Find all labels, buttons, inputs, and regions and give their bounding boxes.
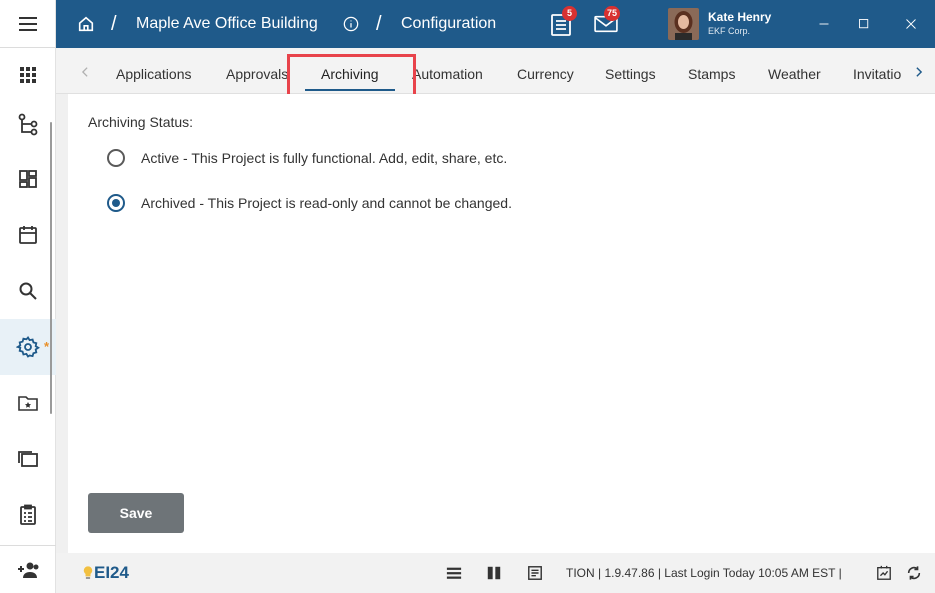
breadcrumb-separator: /: [111, 13, 117, 35]
sync-icon[interactable]: [905, 564, 923, 582]
folders-icon[interactable]: [0, 431, 56, 487]
document-view-icon[interactable]: [526, 564, 544, 582]
tab-automation[interactable]: Automation: [412, 48, 483, 93]
avatar[interactable]: [668, 8, 699, 40]
columns-view-icon[interactable]: [485, 564, 503, 582]
top-header-bar: / Maple Ave Office Building / Configurat…: [56, 0, 935, 48]
ei24-logo: EI24: [83, 563, 129, 583]
archiving-status-label: Archiving Status:: [88, 114, 194, 130]
tab-stamps[interactable]: Stamps: [688, 48, 735, 93]
breadcrumb-page: Configuration: [401, 15, 497, 32]
close-icon[interactable]: [903, 16, 919, 32]
dashboard-icon[interactable]: [0, 151, 56, 207]
option-archived-label[interactable]: Archived - This Project is read-only and…: [141, 195, 512, 211]
maximize-icon[interactable]: [856, 16, 872, 32]
option-active-label[interactable]: Active - This Project is fully functiona…: [141, 150, 507, 166]
starred-folder-icon[interactable]: [0, 375, 56, 431]
search-icon[interactable]: [0, 263, 56, 319]
tab-weather[interactable]: Weather: [768, 48, 821, 93]
modified-star-icon: *: [44, 339, 50, 354]
left-nav-rail: *: [0, 0, 56, 593]
apps-grid-icon[interactable]: [0, 47, 56, 103]
logo-text: EI24: [94, 563, 129, 582]
list-view-icon[interactable]: [445, 564, 463, 582]
tab-approvals[interactable]: Approvals: [226, 48, 288, 93]
tabs-scroll-left-icon[interactable]: [78, 64, 92, 80]
minimize-icon[interactable]: [816, 16, 832, 32]
breadcrumb-separator-2: /: [376, 13, 382, 35]
add-user-icon[interactable]: [0, 542, 56, 593]
home-icon[interactable]: [76, 14, 96, 34]
config-tab-bar: Applications Approvals Archiving Automat…: [56, 48, 935, 94]
calendar-icon[interactable]: [0, 207, 56, 263]
tabs-scroll-right-icon[interactable]: [912, 64, 926, 80]
tab-applications[interactable]: Applications: [116, 48, 192, 93]
tasks-badge: 5: [562, 6, 577, 21]
user-org: EKF Corp.: [708, 26, 751, 36]
app-window: * / Maple Ave Office Building / Configur…: [0, 0, 935, 593]
user-name[interactable]: Kate Henry: [708, 10, 771, 24]
radio-active[interactable]: [107, 149, 125, 167]
report-icon[interactable]: [875, 564, 893, 582]
tab-settings[interactable]: Settings: [605, 48, 656, 93]
mail-badge: 75: [604, 6, 621, 21]
info-icon[interactable]: [342, 15, 360, 33]
tab-invitations[interactable]: Invitatio: [853, 48, 905, 93]
tree-icon[interactable]: [0, 96, 56, 152]
breadcrumb-project[interactable]: Maple Ave Office Building: [136, 0, 318, 48]
tab-currency[interactable]: Currency: [517, 48, 574, 93]
status-bar: EI24 TION | 1.9.47.86 | Last Login Today…: [56, 553, 935, 593]
archiving-panel: Archiving Status: Active - This Project …: [68, 94, 935, 553]
clipboard-icon[interactable]: [0, 487, 56, 543]
status-text: TION | 1.9.47.86 | Last Login Today 10:0…: [566, 566, 842, 580]
save-button[interactable]: Save: [88, 493, 184, 533]
menu-icon[interactable]: [0, 0, 56, 52]
radio-archived[interactable]: [107, 194, 125, 212]
rail-scrollbar[interactable]: [50, 122, 52, 414]
